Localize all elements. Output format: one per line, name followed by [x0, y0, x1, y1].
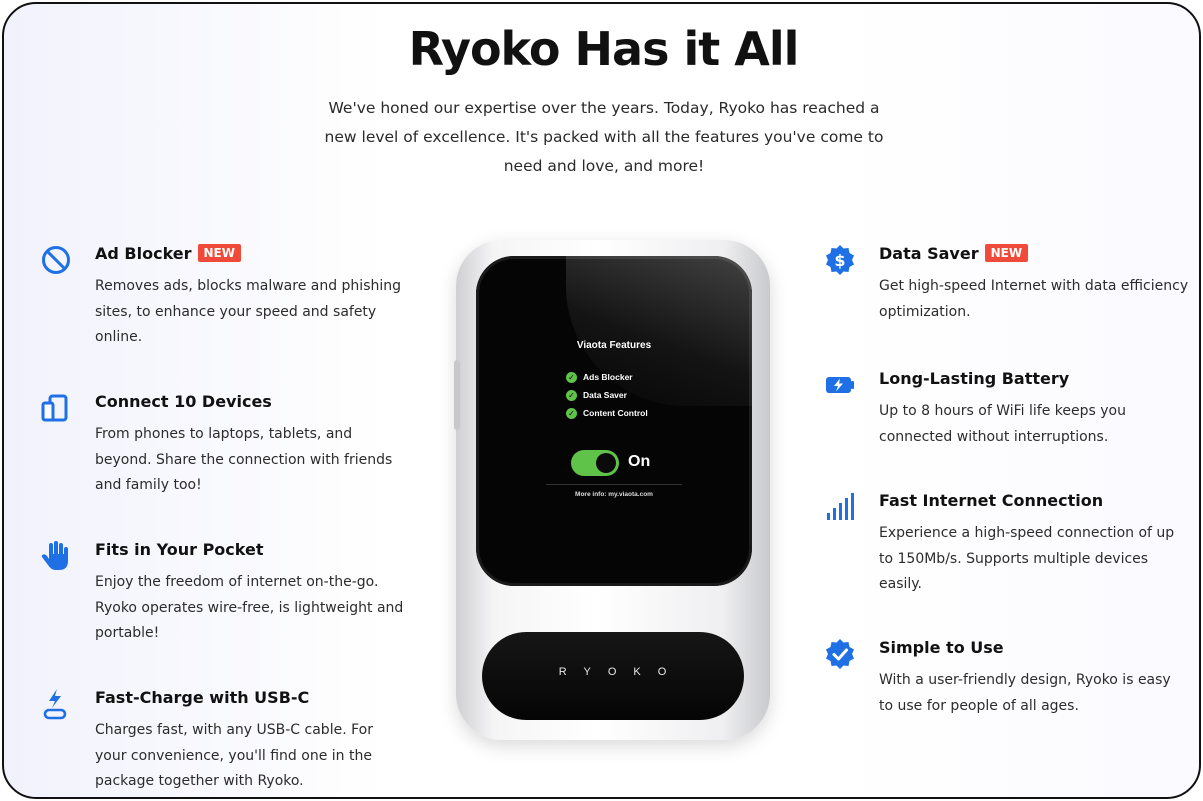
- dollar-badge-icon: $: [826, 245, 854, 275]
- screen-info-text: More info: my.viaota.com: [575, 491, 653, 498]
- feature-title: Fast Internet Connection: [879, 491, 1104, 510]
- screen-list-item: ✓ Ads Blocker: [566, 368, 648, 386]
- feature-title: Simple to Use: [879, 638, 1004, 657]
- signal-bars-icon: [827, 493, 854, 520]
- feature-title: Fast-Charge with USB-C: [95, 688, 310, 707]
- device-screen: Viaota Features ✓ Ads Blocker ✓ Data Saver…: [476, 256, 752, 586]
- usb-c-charge-icon: [43, 689, 67, 720]
- feature-title: Data Saver: [879, 244, 979, 263]
- block-icon: [42, 246, 70, 274]
- feature-section: Ryoko Has it All We've honed our experti…: [2, 2, 1201, 799]
- device-brand-pad: RYOKO: [482, 632, 744, 720]
- feature-description: With a user-friendly design, Ryoko is ea…: [879, 672, 1171, 714]
- feature-title: Ad Blocker: [95, 244, 192, 263]
- feature-description: Up to 8 hours of WiFi life keeps you con…: [879, 403, 1126, 445]
- section-title: Ryoko Has it All: [408, 22, 800, 76]
- check-badge-icon: [826, 639, 854, 669]
- hand-icon: [41, 541, 68, 570]
- feature-description: From phones to laptops, tablets, and bey…: [95, 426, 393, 493]
- toggle-knob: [596, 453, 616, 473]
- device-side-button: [454, 360, 460, 430]
- device-brand-label: RYOKO: [558, 666, 684, 678]
- screen-divider: [546, 484, 682, 485]
- feature-description: Enjoy the freedom of internet on-the-go.…: [95, 574, 404, 641]
- feature-title: Connect 10 Devices: [95, 392, 272, 411]
- svg-text:$: $: [834, 251, 845, 270]
- feature-description: Charges fast, with any USB-C cable. For …: [95, 722, 373, 789]
- new-badge: NEW: [197, 244, 241, 262]
- check-icon: ✓: [566, 371, 577, 383]
- battery-bolt-icon: [826, 377, 854, 393]
- feature-description: Removes ads, blocks malware and phishing…: [95, 278, 402, 345]
- feature-title: Long-Lasting Battery: [879, 369, 1070, 388]
- screen-list-item: ✓ Content Control: [566, 404, 648, 422]
- check-icon: ✓: [566, 389, 577, 401]
- devices-icon: [41, 394, 68, 422]
- ryoko-device-image: Viaota Features ✓ Ads Blocker ✓ Data Saver…: [454, 240, 770, 740]
- check-icon: ✓: [566, 407, 577, 419]
- section-intro: We've honed our expertise over the years…: [324, 99, 884, 175]
- feature-title: Fits in Your Pocket: [95, 540, 264, 559]
- screen-feature-list: ✓ Ads Blocker ✓ Data Saver ✓ Content Contro…: [566, 368, 648, 422]
- screen-list-item: ✓ Data Saver: [566, 386, 648, 404]
- new-badge: NEW: [984, 244, 1029, 262]
- feature-description: Get high-speed Internet with data effici…: [879, 278, 1189, 320]
- screen-title: Viaota Features: [576, 340, 652, 351]
- toggle-label: On: [628, 453, 651, 470]
- feature-description: Experience a high-speed connection of up…: [879, 525, 1175, 592]
- screen-toggle-switch: [571, 450, 619, 476]
